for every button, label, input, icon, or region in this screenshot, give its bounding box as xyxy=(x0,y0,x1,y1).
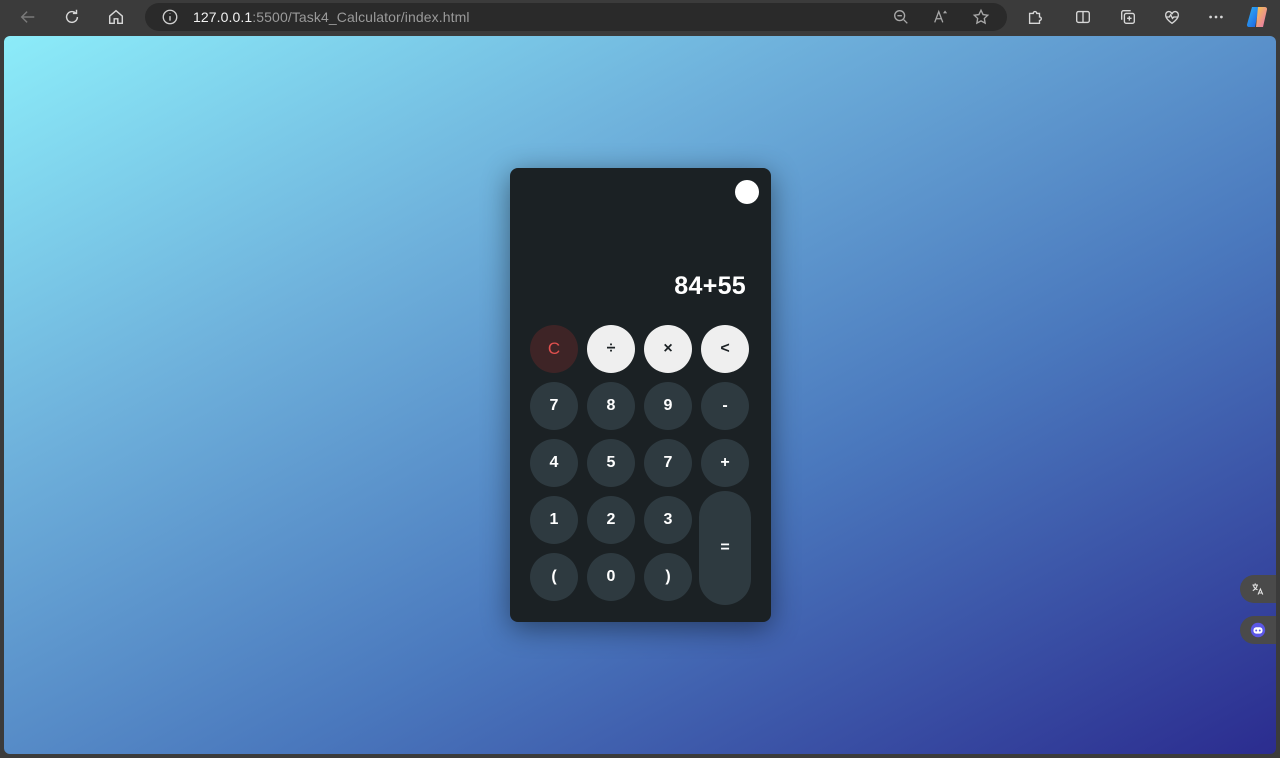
puzzle-icon[interactable] xyxy=(1022,4,1048,30)
divide-button[interactable]: ÷ xyxy=(587,325,635,373)
home-icon[interactable] xyxy=(103,4,129,30)
key-9[interactable]: 9 xyxy=(644,382,692,430)
address-bar[interactable]: 127.0.0.1:5500/Task4_Calculator/index.ht… xyxy=(145,3,1007,31)
key-5[interactable]: 5 xyxy=(587,439,635,487)
equals-button[interactable]: = xyxy=(699,491,751,605)
more-icon[interactable] xyxy=(1203,4,1229,30)
theme-toggle-button[interactable] xyxy=(735,180,759,204)
info-icon[interactable] xyxy=(161,8,179,26)
page-viewport: 84+55 C ÷ × < 7 8 9 - 4 5 7 + 1 2 3 = ( … xyxy=(4,36,1276,754)
url-path: :5500/Task4_Calculator/index.html xyxy=(252,9,470,25)
split-screen-icon[interactable] xyxy=(1070,4,1096,30)
assistant-icon[interactable] xyxy=(1240,616,1276,644)
open-paren-button[interactable]: ( xyxy=(530,553,578,601)
copilot-icon[interactable] xyxy=(1245,5,1271,29)
minus-button[interactable]: - xyxy=(701,382,749,430)
backspace-button[interactable]: < xyxy=(701,325,749,373)
heartbeat-icon[interactable] xyxy=(1159,4,1185,30)
plus-button[interactable]: + xyxy=(701,439,749,487)
refresh-icon[interactable] xyxy=(59,4,85,30)
key-0[interactable]: 0 xyxy=(587,553,635,601)
key-7-second[interactable]: 7 xyxy=(644,439,692,487)
calculator: 84+55 C ÷ × < 7 8 9 - 4 5 7 + 1 2 3 = ( … xyxy=(510,168,771,622)
url-text[interactable]: 127.0.0.1:5500/Task4_Calculator/index.ht… xyxy=(193,9,470,25)
star-icon[interactable] xyxy=(972,8,990,26)
back-icon[interactable] xyxy=(15,4,41,30)
multiply-button[interactable]: × xyxy=(644,325,692,373)
key-2[interactable]: 2 xyxy=(587,496,635,544)
browser-toolbar: 127.0.0.1:5500/Task4_Calculator/index.ht… xyxy=(0,0,1280,34)
read-aloud-icon[interactable] xyxy=(932,8,950,26)
translate-icon[interactable] xyxy=(1240,575,1276,603)
key-7[interactable]: 7 xyxy=(530,382,578,430)
url-host: 127.0.0.1 xyxy=(193,9,253,25)
close-paren-button[interactable]: ) xyxy=(644,553,692,601)
key-4[interactable]: 4 xyxy=(530,439,578,487)
key-8[interactable]: 8 xyxy=(587,382,635,430)
calculator-display: 84+55 xyxy=(674,272,746,300)
key-1[interactable]: 1 xyxy=(530,496,578,544)
clear-button[interactable]: C xyxy=(530,325,578,373)
collections-icon[interactable] xyxy=(1115,4,1141,30)
zoom-out-icon[interactable] xyxy=(892,8,910,26)
key-3[interactable]: 3 xyxy=(644,496,692,544)
